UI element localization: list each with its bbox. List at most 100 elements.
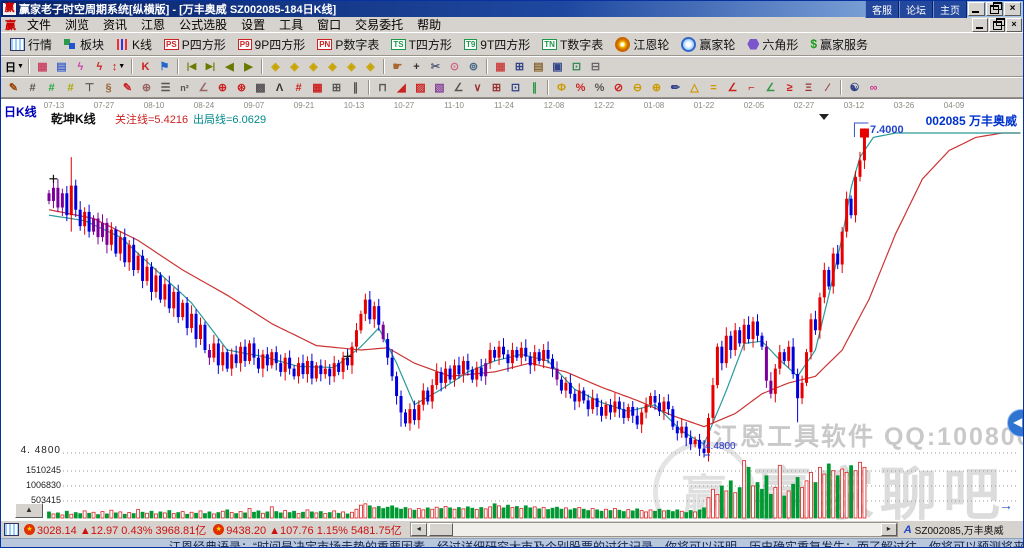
dark-grid-icon[interactable]: ▩ bbox=[251, 80, 270, 95]
hexagon-icon[interactable]: 六角形 bbox=[741, 35, 804, 54]
diamond-down-icon[interactable]: ◈ bbox=[323, 59, 342, 74]
angle-f-icon[interactable]: ⌐ bbox=[742, 80, 761, 95]
price-grid-icon[interactable]: # bbox=[23, 80, 42, 95]
red-pen-icon[interactable]: ✎ bbox=[118, 80, 137, 95]
brush-icon[interactable]: ✏ bbox=[666, 80, 685, 95]
gann-wheel-icon[interactable]: 江恩轮 bbox=[609, 35, 675, 54]
support-button[interactable]: 客服 bbox=[865, 1, 899, 18]
price-grid-yellow-icon[interactable]: # bbox=[61, 80, 80, 95]
shenzhen-index-quote[interactable]: 9438.20 ▲107.76 1.15% 5481.75亿 bbox=[226, 522, 401, 538]
time-bars-icon[interactable]: ∥ bbox=[346, 80, 365, 95]
target-box-icon[interactable]: ⊡ bbox=[506, 80, 525, 95]
grid-tool-icon[interactable]: ⊞ bbox=[487, 80, 506, 95]
spiral-icon[interactable]: § bbox=[99, 80, 118, 95]
window-box-icon[interactable]: ⊓ bbox=[373, 80, 392, 95]
gann-flag-icon[interactable]: ⊤ bbox=[80, 80, 99, 95]
taiji-icon[interactable]: ☯ bbox=[845, 80, 864, 95]
gann-fan-icon[interactable]: ◢ bbox=[392, 80, 411, 95]
gann-target-icon[interactable]: ⊕ bbox=[213, 80, 232, 95]
scroll-thumb[interactable] bbox=[428, 523, 453, 536]
gold-circle-minus-icon[interactable]: ⊖ bbox=[628, 80, 647, 95]
menu-item-3[interactable]: 江恩 bbox=[134, 16, 172, 33]
speed-line-icon[interactable]: ≥ bbox=[780, 80, 799, 95]
red-grid-icon[interactable]: ▦ bbox=[308, 80, 327, 95]
close-button[interactable]: × bbox=[1004, 2, 1021, 16]
box-grid-icon[interactable]: ⊞ bbox=[327, 80, 346, 95]
scroll-right-icon[interactable]: ▸ bbox=[880, 523, 897, 536]
print-icon[interactable]: ⊟ bbox=[586, 59, 605, 74]
notepad-icon[interactable]: ▤ bbox=[529, 59, 548, 74]
scroll-left-icon[interactable]: ◂ bbox=[410, 523, 427, 536]
f10-info-icon[interactable]: ▤ bbox=[52, 59, 71, 74]
draw-pen-icon[interactable]: ✎ bbox=[4, 80, 23, 95]
zigzag-large-icon[interactable]: ϟ bbox=[90, 59, 109, 74]
slope-icon[interactable]: ⁄ bbox=[818, 80, 837, 95]
winner-wheel-icon[interactable]: 赢家轮 bbox=[675, 35, 741, 54]
gold-circle-plus-icon[interactable]: ⊕ bbox=[647, 80, 666, 95]
menu-item-5[interactable]: 设置 bbox=[234, 16, 272, 33]
diamond-left-icon[interactable]: ◈ bbox=[266, 59, 285, 74]
kline-icon[interactable]: K线 bbox=[110, 35, 158, 54]
red-box-icon[interactable]: ▨ bbox=[411, 80, 430, 95]
9t-square-icon[interactable]: T9 9T四方形 bbox=[458, 35, 536, 54]
star-burst-icon[interactable]: ⊛ bbox=[232, 80, 251, 95]
circle-cross-icon[interactable]: ⊕ bbox=[137, 80, 156, 95]
angle-tool-icon[interactable]: ∠ bbox=[194, 80, 213, 95]
minimize-button[interactable] bbox=[968, 2, 985, 16]
crosshair-icon[interactable]: + bbox=[407, 59, 426, 74]
diamond-shrink-icon[interactable]: ◈ bbox=[361, 59, 380, 74]
n-square-icon[interactable]: n² bbox=[175, 80, 194, 95]
save-icon[interactable]: ▣ bbox=[548, 59, 567, 74]
t-square-icon[interactable]: TS T四方形 bbox=[385, 35, 458, 54]
zigzag-small-icon[interactable]: ϟ bbox=[71, 59, 90, 74]
first-page-icon[interactable]: |◀ bbox=[182, 59, 201, 74]
qiankun-k-icon[interactable]: K bbox=[136, 59, 155, 74]
stamp-icon[interactable]: ⊙ bbox=[445, 59, 464, 74]
net-save-icon[interactable]: ⊡ bbox=[567, 59, 586, 74]
t-number-table-icon[interactable]: TN T数字表 bbox=[536, 35, 609, 54]
restore-button[interactable] bbox=[986, 2, 1003, 16]
prev-bar-icon[interactable]: ◀ bbox=[220, 59, 239, 74]
diamond-up-icon[interactable]: ◈ bbox=[304, 59, 323, 74]
menu-item-1[interactable]: 浏览 bbox=[58, 16, 96, 33]
p-square-icon[interactable]: PS P四方形 bbox=[158, 35, 232, 54]
next-bar-icon[interactable]: ▶ bbox=[239, 59, 258, 74]
page-right-icon[interactable]: → bbox=[999, 497, 1013, 513]
child-restore-button[interactable] bbox=[989, 17, 1005, 32]
sectors-icon[interactable]: 板块 bbox=[58, 35, 110, 54]
menu-item-2[interactable]: 资讯 bbox=[96, 16, 134, 33]
shade-box-icon[interactable]: ▧ bbox=[430, 80, 449, 95]
shanghai-index-quote[interactable]: 3028.14 ▲12.97 0.43% 3968.81亿 bbox=[37, 522, 206, 538]
quotes-icon[interactable]: 行情 bbox=[4, 35, 58, 54]
trend-angle-icon[interactable]: ∠ bbox=[449, 80, 468, 95]
9p-square-icon[interactable]: P9 9P四方形 bbox=[232, 35, 311, 54]
p-number-table-icon[interactable]: PN P数字表 bbox=[311, 35, 385, 54]
finder-icon[interactable]: ⊚ bbox=[464, 59, 483, 74]
calculator-icon[interactable]: ⊞ bbox=[510, 59, 529, 74]
quote-scrollbar[interactable]: ◂ ▸ bbox=[409, 522, 898, 537]
percent-icon[interactable]: % bbox=[590, 80, 609, 95]
period-day-icon[interactable]: 日 ▼ bbox=[4, 59, 25, 74]
menu-item-8[interactable]: 交易委托 bbox=[348, 16, 410, 33]
child-minimize-button[interactable] bbox=[972, 17, 988, 32]
price-grid-green-icon[interactable]: # bbox=[42, 80, 61, 95]
gold-equal-icon[interactable]: = bbox=[704, 80, 723, 95]
menu-item-0[interactable]: 文件 bbox=[20, 16, 58, 33]
menu-item-6[interactable]: 工具 bbox=[272, 16, 310, 33]
draw-flag-icon[interactable]: ⚑ bbox=[155, 59, 174, 74]
last-page-icon[interactable]: ▶| bbox=[201, 59, 220, 74]
zigzag-tool-icon[interactable]: ∨ bbox=[468, 80, 487, 95]
quote-grid-icon[interactable] bbox=[4, 523, 19, 536]
menu-item-7[interactable]: 窗口 bbox=[310, 16, 348, 33]
angle-red-icon[interactable]: ∠ bbox=[723, 80, 742, 95]
menu-item-9[interactable]: 帮助 bbox=[410, 16, 448, 33]
tab-daily-kline[interactable]: 日K线 bbox=[4, 103, 37, 120]
expand-panel-button[interactable]: ▲ bbox=[15, 503, 43, 518]
percent-circle-icon[interactable]: ⊘ bbox=[609, 80, 628, 95]
ladder-icon[interactable]: Ξ bbox=[799, 80, 818, 95]
candle-style-icon[interactable]: ↕ ▼ bbox=[109, 59, 128, 74]
winner-service-icon[interactable]: $ 赢家服务 bbox=[804, 35, 874, 54]
angle-green-icon[interactable]: ∠ bbox=[761, 80, 780, 95]
shenzhen-index-icon[interactable]: ★ bbox=[213, 524, 225, 535]
gann-swing-icon[interactable]: Λ bbox=[270, 80, 289, 95]
